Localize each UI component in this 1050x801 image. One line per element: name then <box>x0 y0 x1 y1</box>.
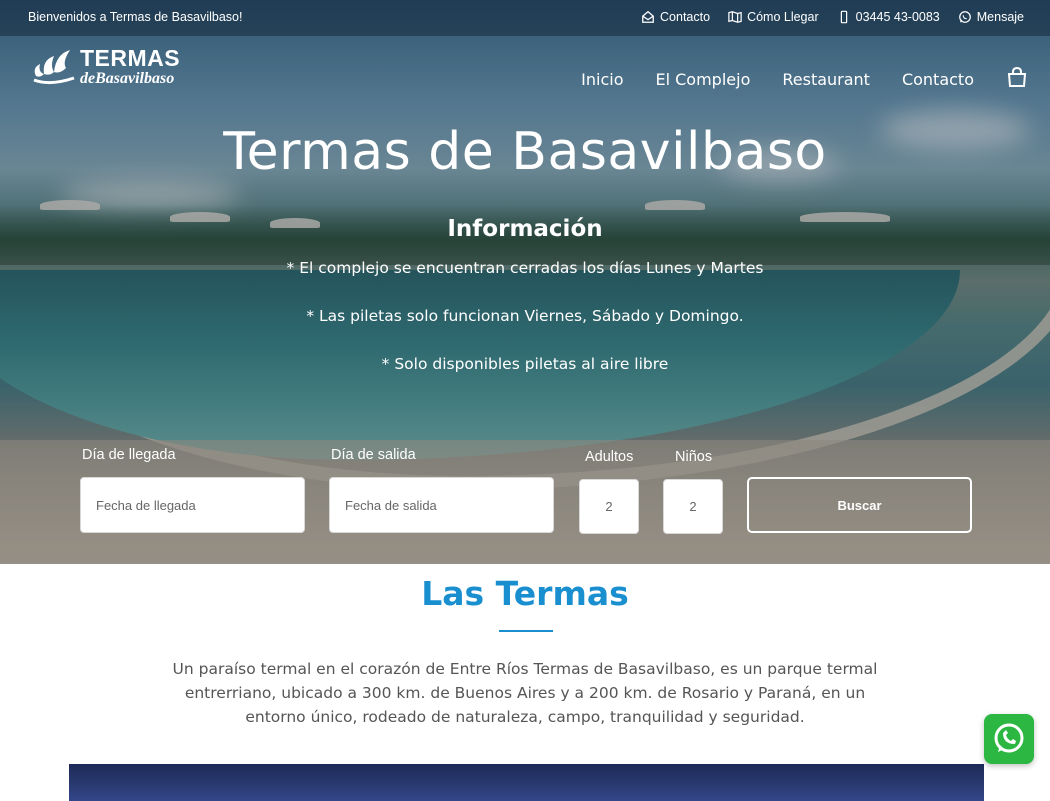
message-link[interactable]: Mensaje <box>958 10 1024 24</box>
directions-link[interactable]: Cómo Llegar <box>728 10 819 24</box>
phone-link[interactable]: 03445 43-0083 <box>837 10 940 24</box>
site-logo[interactable]: TERMAS deBasavilbaso <box>30 46 180 88</box>
arrival-date-input[interactable]: Fecha de llegada <box>80 477 305 533</box>
cart-button[interactable] <box>1006 66 1028 92</box>
welcome-text: Bienvenidos a Termas de Basavilbaso! <box>28 10 243 24</box>
info-title: Información <box>447 216 603 242</box>
info-line: * Las piletas solo funcionan Viernes, Sá… <box>306 307 744 325</box>
message-link-label: Mensaje <box>976 10 1024 24</box>
whatsapp-icon <box>958 11 971 23</box>
top-links: Contacto Cómo Llegar 03445 43-0083 Mensa… <box>641 10 1024 24</box>
map-icon <box>728 11 742 23</box>
section-divider <box>499 630 553 632</box>
adults-input[interactable]: 2 <box>579 479 639 534</box>
phone-icon <box>840 10 847 24</box>
departure-label: Día de salida <box>331 447 416 463</box>
hero-title: Termas de Basavilbaso <box>223 122 827 182</box>
main-nav: Inicio El Complejo Restaurant Contacto <box>581 66 1028 92</box>
envelope-open-icon <box>642 10 654 23</box>
whatsapp-button[interactable] <box>984 714 1034 764</box>
logo-title: TERMAS <box>80 45 181 71</box>
nav-complex[interactable]: El Complejo <box>655 70 750 89</box>
logo-subtitle: deBasavilbaso <box>80 70 175 87</box>
search-button[interactable]: Buscar <box>747 477 972 533</box>
contact-link[interactable]: Contacto <box>641 10 710 24</box>
nav-contact[interactable]: Contacto <box>902 70 974 89</box>
contact-link-label: Contacto <box>660 10 711 24</box>
nav-home[interactable]: Inicio <box>581 70 623 89</box>
termas-logo-icon <box>33 50 75 85</box>
top-bar: Bienvenidos a Termas de Basavilbaso! Con… <box>0 0 1050 36</box>
section-title: Las Termas <box>421 574 629 613</box>
cart-icon <box>1007 66 1027 87</box>
info-line: * Solo disponibles piletas al aire libre <box>381 355 669 373</box>
whatsapp-icon <box>994 723 1024 753</box>
children-input[interactable]: 2 <box>663 479 723 534</box>
nav-restaurant[interactable]: Restaurant <box>782 70 870 89</box>
adults-label: Adultos <box>585 449 634 465</box>
section-image <box>69 764 984 801</box>
departure-date-input[interactable]: Fecha de salida <box>329 477 554 533</box>
arrival-label: Día de llegada <box>82 447 176 463</box>
phone-link-label: 03445 43-0083 <box>855 10 940 24</box>
children-label: Niños <box>675 449 713 465</box>
info-line: * El complejo se encuentran cerradas los… <box>286 259 764 277</box>
directions-link-label: Cómo Llegar <box>747 10 819 24</box>
section-description: Un paraíso termal en el corazón de Entre… <box>172 660 878 726</box>
